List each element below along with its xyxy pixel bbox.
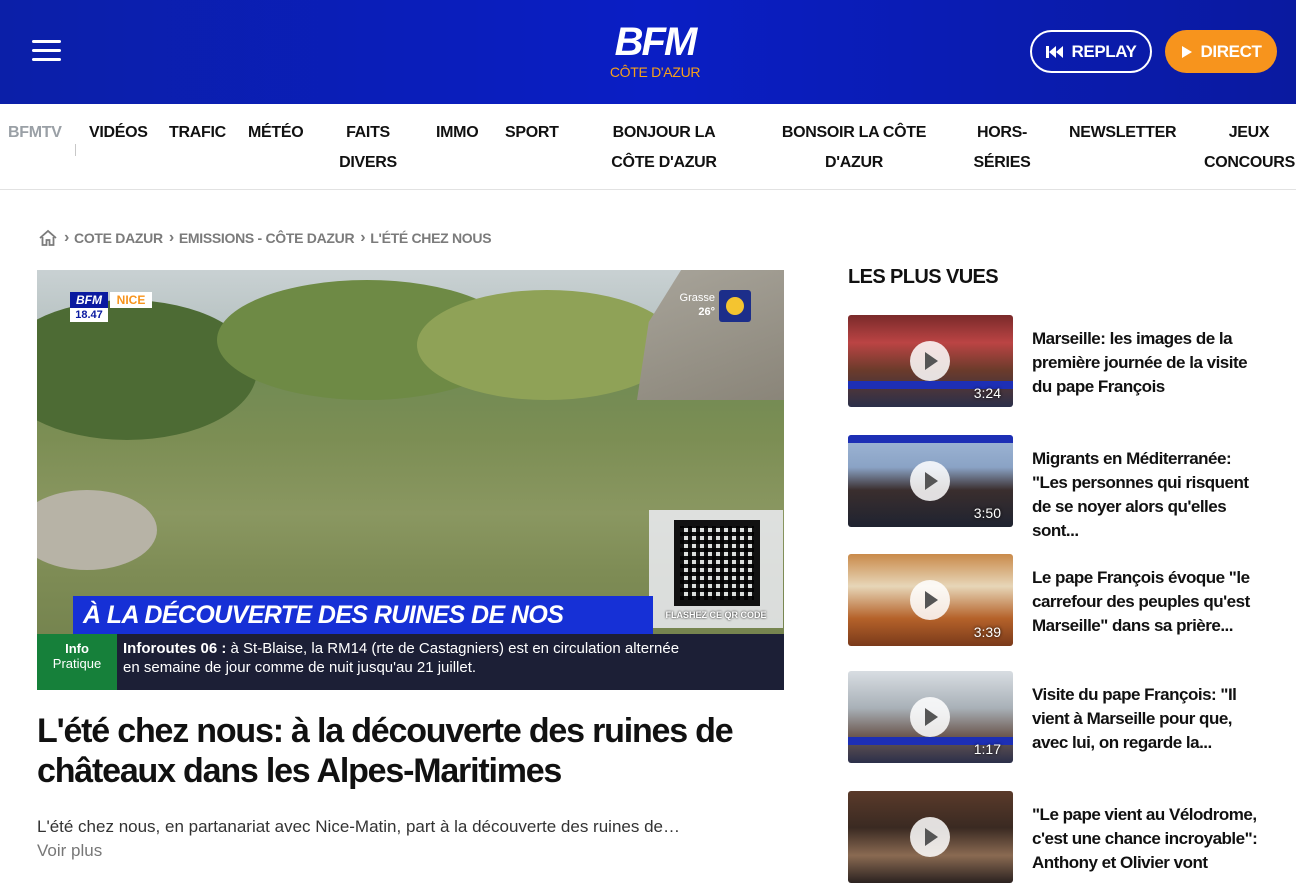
nav-item-immo[interactable]: IMMO <box>436 118 479 148</box>
most-viewed-item[interactable]: "Le pape vient au Vélodrome, c'est une c… <box>848 791 1268 886</box>
direct-button[interactable]: DIRECT <box>1165 30 1277 73</box>
qr-code-panel: FLASHEZ CE QR CODE <box>649 510 783 628</box>
info-tag: Info Pratique <box>37 634 117 690</box>
most-viewed-title-text[interactable]: Le pape François évoque "le carrefour de… <box>1032 566 1268 638</box>
breadcrumb-item[interactable]: L'ÉTÉ CHEZ NOUS <box>370 230 491 246</box>
video-headline-overlay: À LA DÉCOUVERTE DES RUINES DE NOS CHÂTEA… <box>73 596 653 667</box>
play-icon[interactable] <box>910 341 950 381</box>
most-viewed-title-text[interactable]: Visite du pape François: "Il vient à Mar… <box>1032 683 1268 755</box>
nav-item-faits-divers[interactable]: FAITS DIVERS <box>336 118 400 178</box>
nav-item-trafic[interactable]: TRAFIC <box>169 118 226 148</box>
most-viewed-title-text[interactable]: Marseille: les images de la première jou… <box>1032 327 1268 399</box>
play-icon[interactable] <box>910 580 950 620</box>
rewind-icon <box>1045 45 1063 58</box>
weather-city: Grasse <box>679 292 715 304</box>
badge-time: 18.47 <box>70 308 108 322</box>
site-header: BFM CÔTE D'AZUR REPLAY DIRECT <box>0 0 1296 104</box>
nav-item-meteo[interactable]: MÉTÉO <box>248 118 304 148</box>
menu-icon[interactable] <box>32 40 62 62</box>
nav-item-newsletter[interactable]: NEWSLETTER <box>1069 118 1177 148</box>
video-duration: 3:39 <box>973 624 1001 640</box>
article-description: L'été chez nous, en partanariat avec Nic… <box>37 817 680 836</box>
most-viewed-title-text[interactable]: Migrants en Méditerranée: "Les personnes… <box>1032 447 1268 543</box>
chevron-right-icon: › <box>64 229 70 246</box>
breadcrumb: › COTE DAZUR › EMISSIONS - CÔTE DAZUR › … <box>38 228 492 248</box>
nav-item-videos[interactable]: VIDÉOS <box>89 118 148 148</box>
weather-widget: Grasse 26° <box>673 290 753 324</box>
logo-main: BFM <box>614 20 698 64</box>
most-viewed-item[interactable]: 3:39 Le pape François évoque "le carrefo… <box>848 554 1268 649</box>
badge-brand: BFM <box>70 292 108 308</box>
replay-label: REPLAY <box>1071 41 1137 61</box>
play-icon[interactable] <box>910 697 950 737</box>
video-scene-bushes <box>417 290 677 400</box>
video-thumbnail[interactable]: 1:17 <box>848 671 1013 763</box>
most-viewed-item[interactable]: 1:17 Visite du pape François: "Il vient … <box>848 671 1268 766</box>
qr-caption: FLASHEZ CE QR CODE <box>665 610 767 620</box>
article-title: L'été chez nous: à la découverte des rui… <box>37 712 734 790</box>
play-icon[interactable] <box>910 817 950 857</box>
qr-code-icon <box>674 520 760 606</box>
nav-item-bonsoir[interactable]: BONSOIR LA CÔTE D'AZUR <box>780 118 928 178</box>
logo-sub: CÔTE D'AZUR <box>609 64 701 80</box>
most-viewed-title: LES PLUS VUES <box>848 266 999 288</box>
play-icon[interactable] <box>910 461 950 501</box>
nav-divider <box>75 144 76 156</box>
weather-temp: 26° <box>698 306 715 318</box>
info-title: Inforoutes 06 : <box>123 640 227 657</box>
video-thumbnail[interactable]: 3:39 <box>848 554 1013 646</box>
video-scene-rock <box>37 490 157 570</box>
nav-item-hors-series[interactable]: HORS-SÉRIES <box>970 118 1034 178</box>
video-duration: 1:17 <box>973 741 1001 757</box>
video-thumbnail[interactable] <box>848 791 1013 883</box>
read-more-link[interactable]: Voir plus <box>37 840 102 862</box>
play-icon <box>1181 45 1192 58</box>
direct-label: DIRECT <box>1200 41 1262 61</box>
video-duration: 3:24 <box>973 385 1001 401</box>
info-tag-line2: Pratique <box>52 656 102 671</box>
nav-item-jeux-concours[interactable]: JEUX CONCOURS <box>1204 118 1295 178</box>
video-thumbnail[interactable]: 3:24 <box>848 315 1013 407</box>
most-viewed-title-text[interactable]: "Le pape vient au Vélodrome, c'est une c… <box>1032 803 1268 875</box>
bfm-logo[interactable]: BFM CÔTE D'AZUR <box>600 22 710 84</box>
video-player[interactable]: BFM NICE 18.47 Grasse 26° FLASHEZ CE QR … <box>37 270 784 690</box>
breadcrumb-item[interactable]: COTE DAZUR <box>74 230 163 246</box>
video-thumbnail[interactable]: 3:50 <box>848 435 1013 527</box>
info-text: Inforoutes 06 : à St-Blaise, la RM14 (rt… <box>123 639 683 677</box>
home-icon[interactable] <box>38 229 58 247</box>
video-duration: 3:50 <box>973 505 1001 521</box>
nav-item-sport[interactable]: SPORT <box>505 118 559 148</box>
most-viewed-item[interactable]: 3:50 Migrants en Méditerranée: "Les pers… <box>848 435 1268 540</box>
main-nav: BFMTV VIDÉOS TRAFIC MÉTÉO FAITS DIVERS I… <box>0 104 1296 190</box>
info-tag-line1: Info <box>65 641 89 656</box>
badge-channel: NICE <box>110 292 152 308</box>
breadcrumb-item[interactable]: EMISSIONS - CÔTE DAZUR <box>179 230 355 246</box>
channel-badge: BFM NICE 18.47 <box>70 292 152 322</box>
nav-item-bonjour[interactable]: BONJOUR LA CÔTE D'AZUR <box>590 118 738 178</box>
info-ticker: Info Pratique Inforoutes 06 : à St-Blais… <box>37 634 784 690</box>
thumbnail-ticker <box>848 435 1013 443</box>
nav-item-bfmtv[interactable]: BFMTV <box>8 118 62 148</box>
replay-button[interactable]: REPLAY <box>1030 30 1152 73</box>
most-viewed-item[interactable]: 3:24 Marseille: les images de la premièr… <box>848 315 1268 410</box>
chevron-right-icon: › <box>360 229 366 246</box>
sun-icon <box>719 290 751 322</box>
chevron-right-icon: › <box>168 229 174 246</box>
